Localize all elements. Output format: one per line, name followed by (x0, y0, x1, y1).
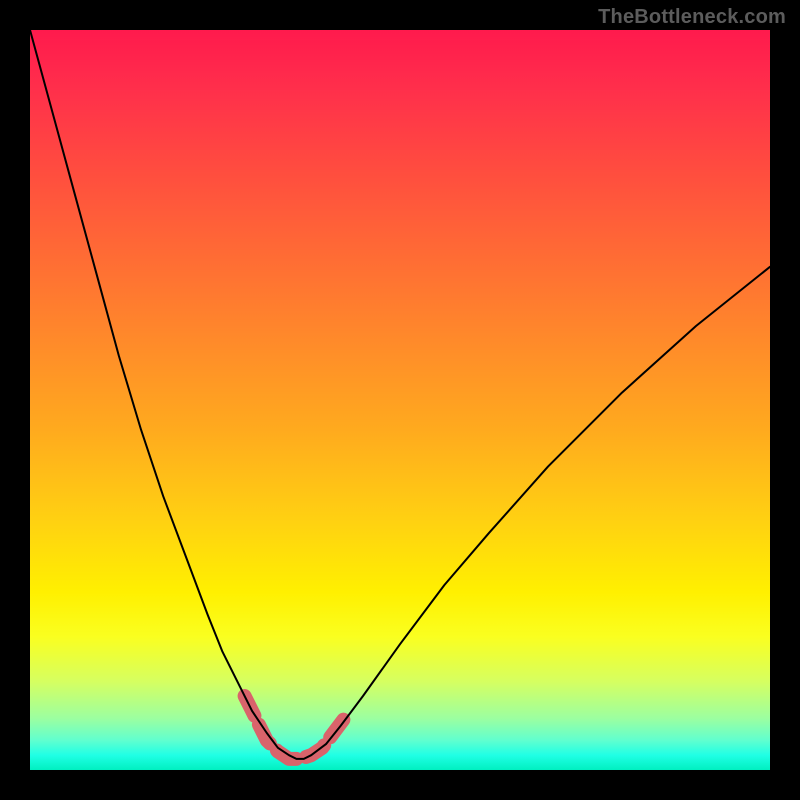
curve-overlay (30, 30, 770, 770)
plot-area (30, 30, 770, 770)
bottleneck-curve (30, 30, 770, 759)
watermark-text: TheBottleneck.com (598, 6, 786, 29)
chart-frame: TheBottleneck.com (0, 0, 800, 800)
valley-highlight (245, 696, 345, 759)
